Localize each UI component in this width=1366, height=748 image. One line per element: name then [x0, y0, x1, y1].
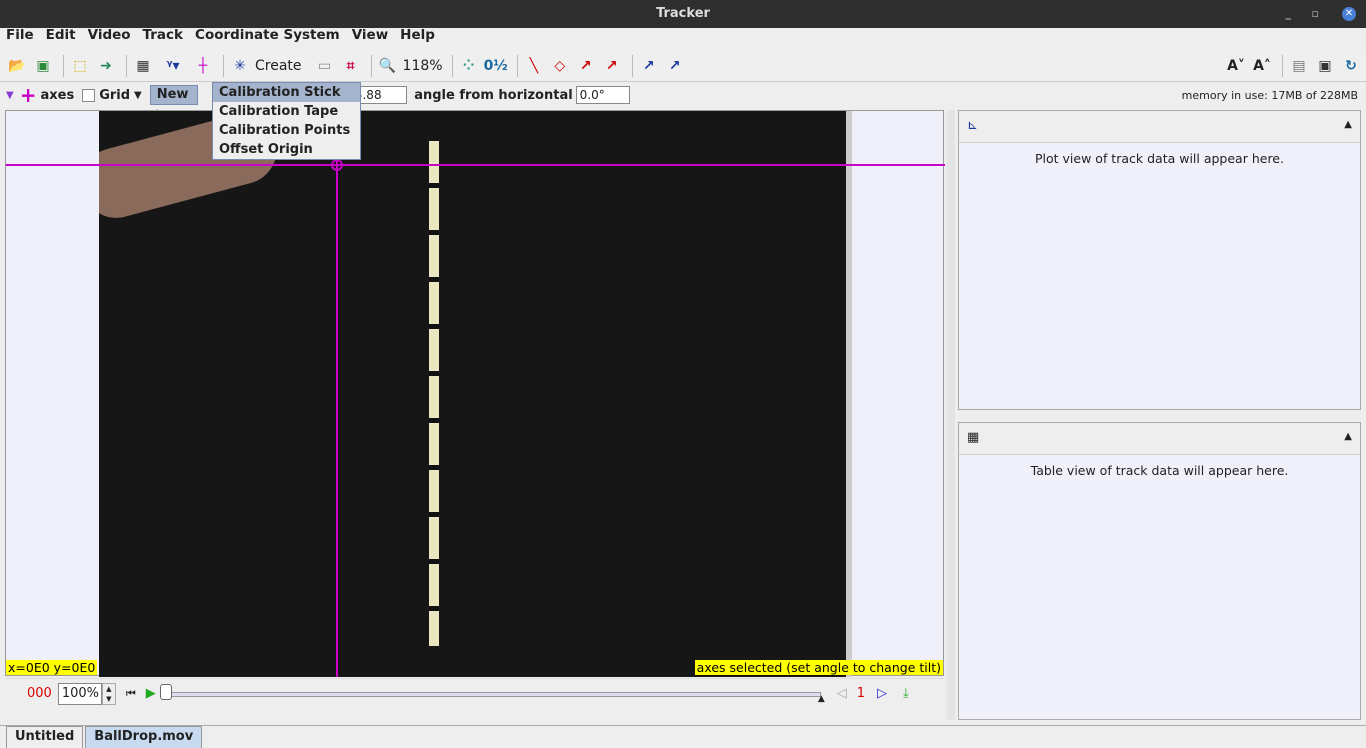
tab-balldrop[interactable]: BallDrop.mov: [85, 726, 203, 748]
arrows-icon[interactable]: ↗: [638, 54, 660, 78]
grid-checkbox[interactable]: [82, 88, 96, 102]
frame-number: 000: [27, 686, 52, 701]
notes-icon[interactable]: ▤: [1288, 54, 1310, 78]
origin-handle[interactable]: [331, 159, 343, 171]
axes-icon[interactable]: ┼: [192, 54, 214, 78]
velocity-icon[interactable]: ↗: [575, 54, 597, 78]
path-icon[interactable]: ╲: [523, 54, 545, 78]
refresh-icon[interactable]: ↻: [1340, 54, 1362, 78]
step-size[interactable]: 1: [857, 686, 865, 701]
mass-arrows-icon[interactable]: ↗: [664, 54, 686, 78]
frame-edge: [846, 111, 852, 677]
collapse-icon[interactable]: ▲: [1344, 431, 1352, 442]
new-submenu: Calibration Stick Calibration Tape Calib…: [212, 82, 361, 160]
plot-icon[interactable]: ⊾: [967, 118, 978, 133]
autotracker-icon[interactable]: ⌗: [340, 54, 362, 78]
angle-label: angle from horizontal: [414, 87, 573, 103]
status-message: axes selected (set angle to change tilt): [694, 660, 943, 675]
menu-video[interactable]: Video: [82, 28, 137, 48]
trails-icon[interactable]: ⁘: [458, 54, 480, 78]
properties-icon[interactable]: ▣: [1314, 54, 1336, 78]
font-smaller-icon[interactable]: A˅: [1225, 54, 1247, 78]
y-axis-line[interactable]: [336, 111, 338, 677]
track-control-icon[interactable]: ▭: [314, 54, 336, 78]
save-icon[interactable]: ▣: [32, 54, 54, 78]
maximize-button[interactable]: ▫: [1312, 0, 1319, 28]
play-icon[interactable]: ▶: [146, 686, 156, 701]
menu-coordinate-system[interactable]: Coordinate System: [189, 28, 346, 48]
axes-label[interactable]: axes: [40, 88, 74, 103]
memory-status: memory in use: 17MB of 228MB: [1181, 88, 1358, 102]
menu-item-calibration-tape[interactable]: Calibration Tape: [213, 102, 360, 121]
grid-dropdown-icon[interactable]: ▼: [134, 90, 142, 101]
position-icon[interactable]: ◇: [549, 54, 571, 78]
menu-help[interactable]: Help: [394, 28, 441, 48]
slider-thumb[interactable]: [159, 683, 172, 700]
title-bar: Tracker _ ▫ ✕: [0, 0, 1366, 28]
zoom-icon[interactable]: 🔍: [377, 54, 399, 78]
new-label: New: [156, 87, 189, 102]
video-view[interactable]: x=0E0 y=0E0 axes selected (set angle to …: [5, 110, 945, 677]
end-marker-icon[interactable]: ▲: [818, 694, 825, 704]
zoom-level[interactable]: 118%: [403, 54, 443, 78]
window-title: Tracker: [656, 6, 710, 21]
acceleration-icon[interactable]: ↗: [601, 54, 623, 78]
clip-settings-icon[interactable]: ▦: [132, 54, 154, 78]
main-toolbar: 📂 ▣ ⬚ ➜ ▦ ᵞ▾ ┼ ✳ Create ▭ ⌗ 🔍 118% ⁘ 0½ …: [0, 50, 1366, 82]
frame-slider[interactable]: ▲: [159, 683, 825, 704]
step-forward-icon[interactable]: ▷: [877, 686, 887, 701]
step-back-icon[interactable]: ◁: [837, 686, 847, 701]
menu-item-calibration-points[interactable]: Calibration Points: [213, 121, 360, 140]
loop-icon[interactable]: ⤓: [903, 686, 909, 701]
calibration-tools-icon[interactable]: ᵞ▾: [158, 54, 188, 78]
collapse-icon[interactable]: ▲: [1344, 119, 1352, 130]
split-divider[interactable]: [947, 110, 955, 720]
close-button[interactable]: ✕: [1342, 7, 1356, 21]
menu-bar: File Edit Video Track Coordinate System …: [0, 28, 1366, 48]
new-menu-button[interactable]: New ▸: [149, 85, 198, 120]
menu-track[interactable]: Track: [137, 28, 189, 48]
table-message: Table view of track data will appear her…: [1030, 463, 1289, 478]
open-library-icon[interactable]: ⬚: [69, 54, 91, 78]
grid-label[interactable]: Grid: [99, 88, 130, 103]
coords-readout: x=0E0 y=0E0: [6, 660, 98, 675]
axes-dropdown-icon[interactable]: ▼: [6, 90, 14, 101]
tab-bar: Untitled BallDrop.mov: [0, 725, 1366, 748]
axes-icon: +: [19, 83, 37, 107]
plot-panel: ⊾ ▲ Plot view of track data will appear h…: [958, 110, 1361, 410]
rate-spinner[interactable]: ▲ ▼: [101, 682, 116, 705]
menu-item-calibration-stick[interactable]: Calibration Stick: [213, 83, 360, 102]
rate-field[interactable]: 100%: [57, 682, 102, 705]
player-bar: 000 100% ▲ ▼ ⏮ ▶ ▲ ◁ 1 ▷ ⤓: [5, 678, 944, 708]
x-axis-line[interactable]: [6, 164, 945, 166]
menu-edit[interactable]: Edit: [40, 28, 82, 48]
menu-view[interactable]: View: [346, 28, 394, 48]
create-icon[interactable]: ✳: [229, 54, 251, 78]
menu-item-offset-origin[interactable]: Offset Origin: [213, 140, 360, 159]
angle-field[interactable]: 0.0°: [575, 86, 630, 104]
meter-stick: [429, 141, 439, 646]
export-icon[interactable]: ➜: [95, 54, 117, 78]
create-button[interactable]: Create: [255, 54, 302, 78]
font-larger-icon[interactable]: A˄: [1251, 54, 1273, 78]
table-panel: ▦ ▲ Table view of track data will appear …: [958, 422, 1361, 720]
go-to-start-icon[interactable]: ⏮: [126, 687, 136, 701]
minimize-button[interactable]: _: [1286, 0, 1292, 28]
table-icon[interactable]: ▦: [967, 430, 979, 445]
slider-track: [165, 691, 821, 697]
axes-toolbar: ▼ + axes Grid ▼ New ▸ 8 y 45.88 angle fr…: [0, 83, 1366, 120]
plot-message: Plot view of track data will appear here…: [1035, 151, 1284, 166]
tab-untitled[interactable]: Untitled: [6, 726, 84, 748]
labels-icon[interactable]: 0½: [484, 54, 508, 78]
menu-file[interactable]: File: [0, 28, 40, 48]
open-icon[interactable]: 📂: [6, 54, 28, 78]
video-frame: [99, 111, 852, 677]
